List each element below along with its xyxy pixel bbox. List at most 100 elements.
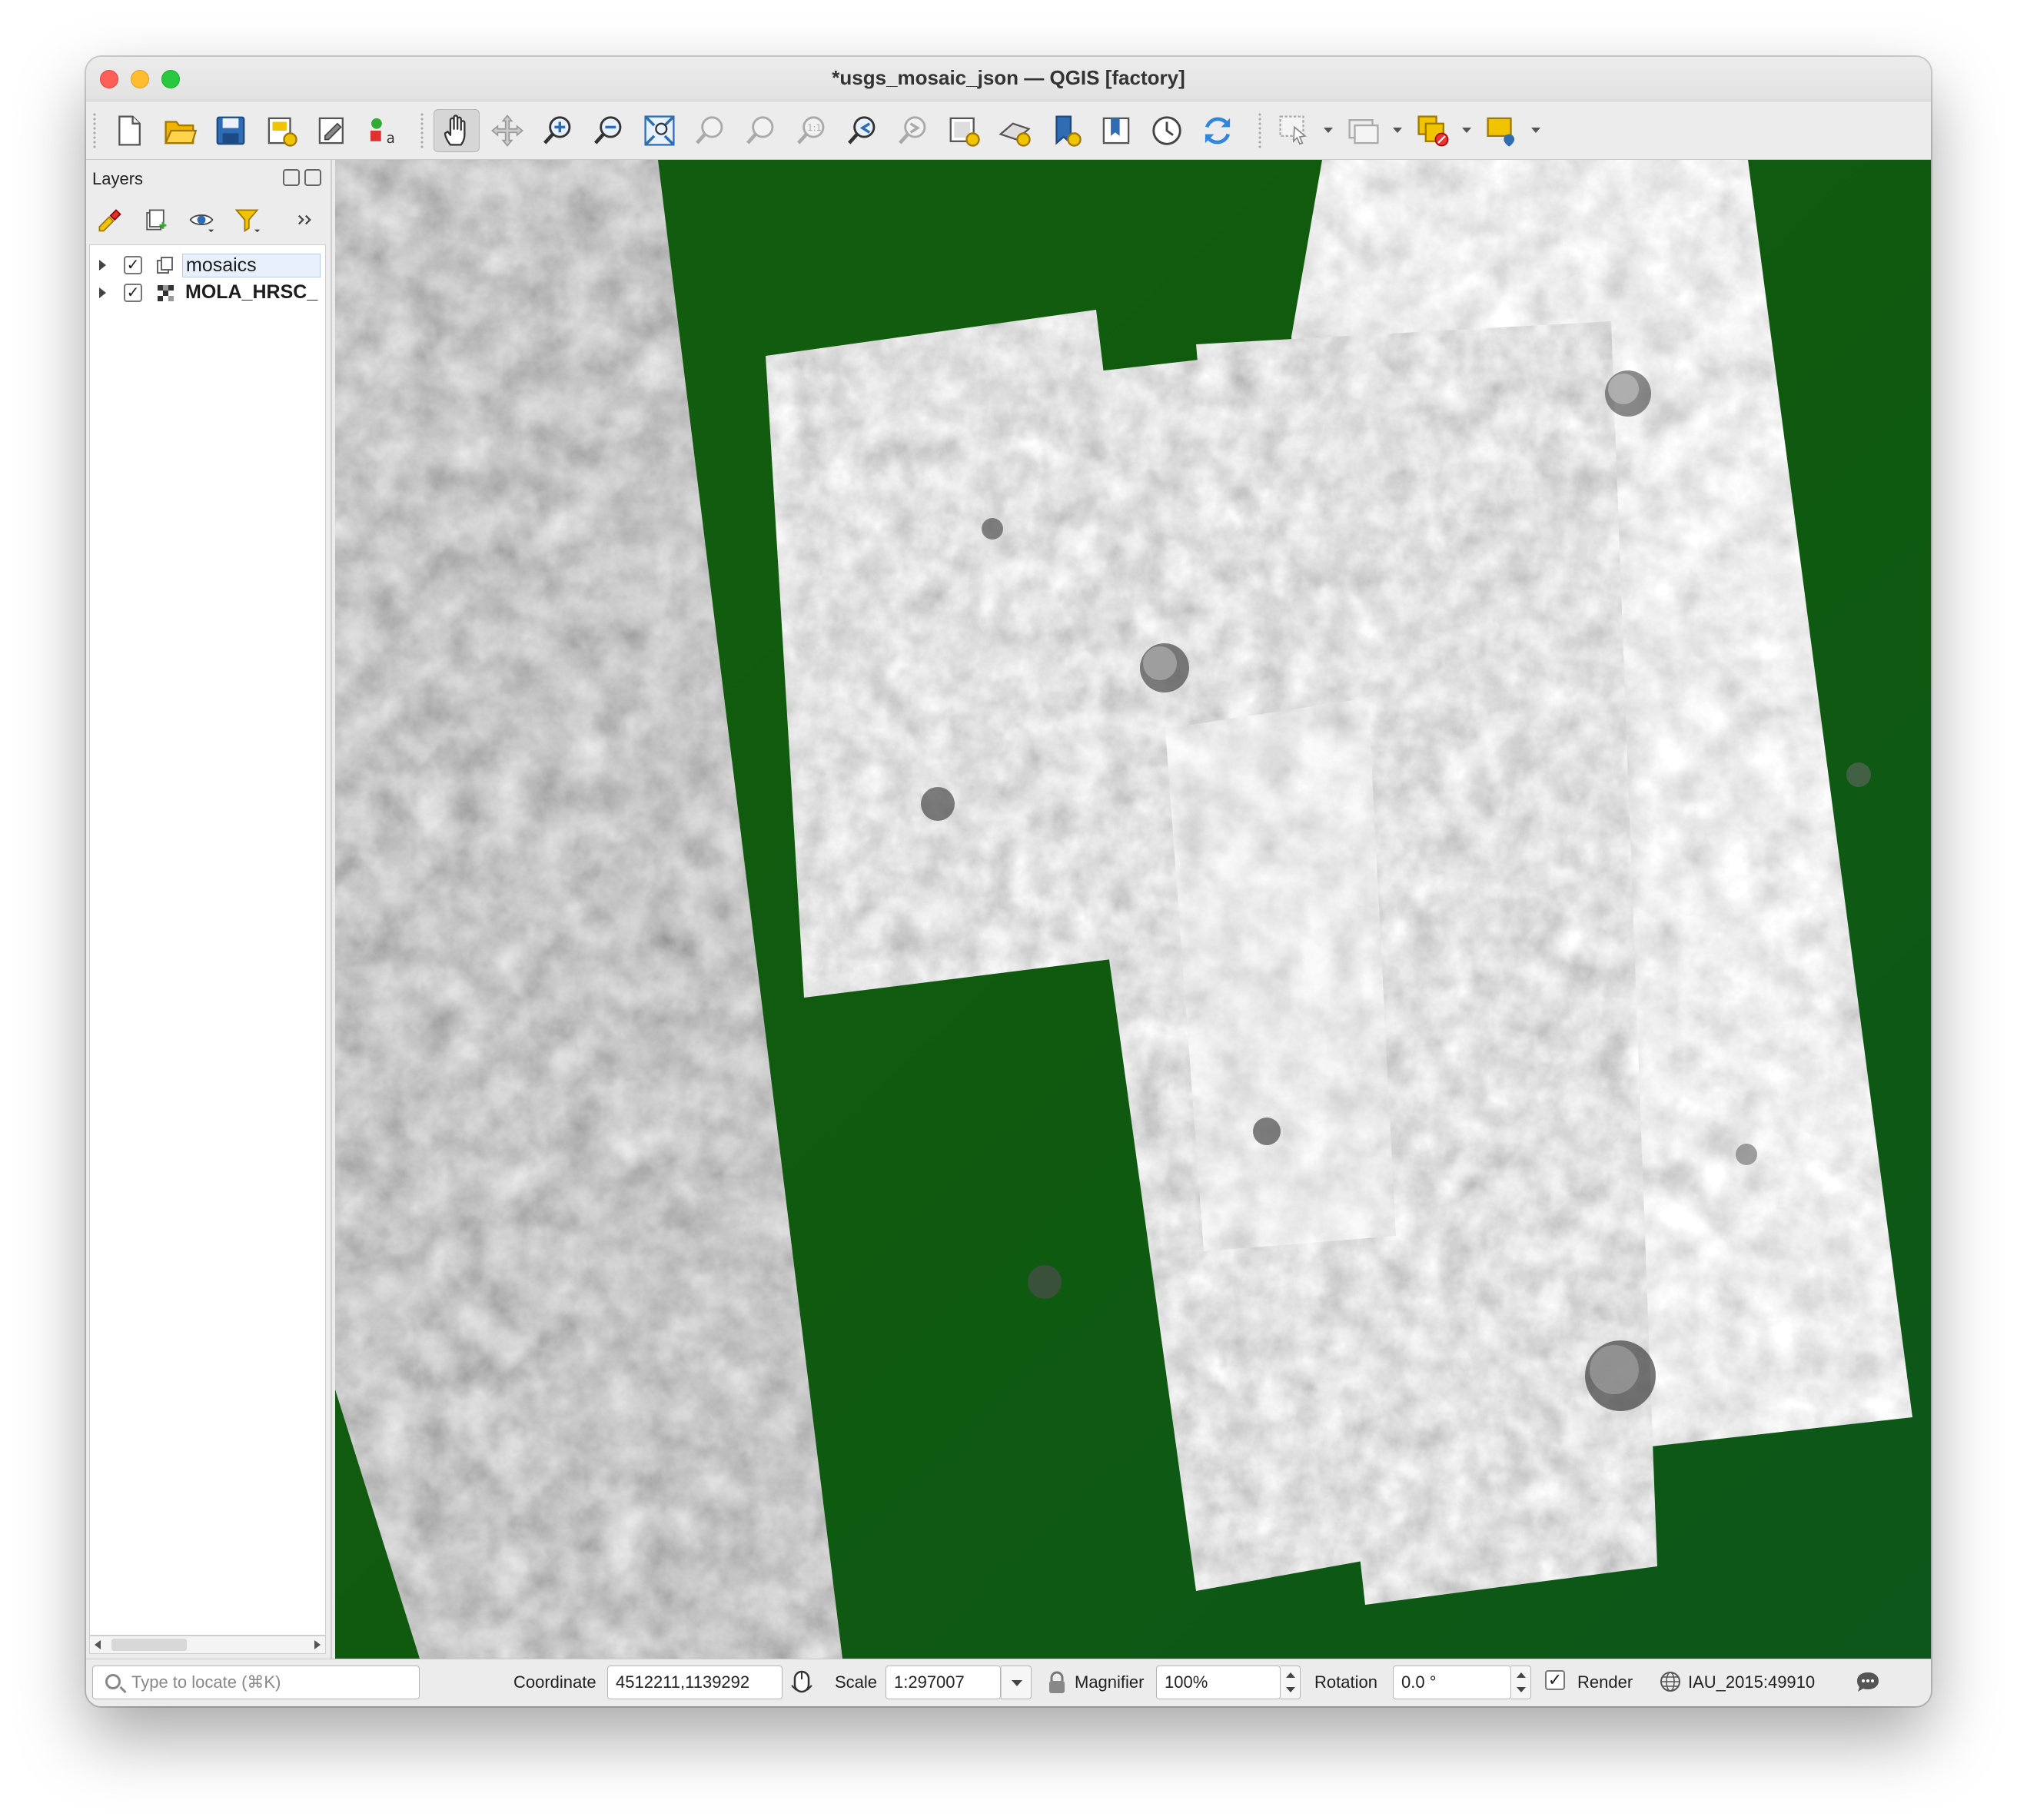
scale-combo[interactable]: 1:297007 (886, 1666, 1001, 1699)
rotation-stepper-icon[interactable] (1511, 1666, 1531, 1699)
save-project-button[interactable] (208, 109, 254, 152)
open-project-button[interactable] (157, 109, 203, 152)
main-toolbar: a 1:1 (86, 101, 1931, 160)
deselect-all-icon (1417, 115, 1449, 147)
zoom-out-button[interactable] (586, 109, 632, 152)
svg-text:a: a (387, 131, 395, 147)
zoom-to-selection-button[interactable] (687, 109, 733, 152)
style-manager-button[interactable]: a (360, 109, 406, 152)
locator-search-input[interactable]: Type to locate (⌘K) (92, 1666, 420, 1699)
scroll-left-icon[interactable] (95, 1640, 101, 1649)
coordinate-label: Coordinate (513, 1672, 596, 1692)
open-project-icon (164, 121, 198, 144)
scale-dropdown-icon[interactable] (1001, 1666, 1032, 1699)
select-features-button[interactable] (1271, 109, 1318, 152)
layers-toolbar (86, 198, 331, 241)
scrollbar-thumb[interactable] (111, 1639, 187, 1651)
add-group-button[interactable] (138, 203, 172, 237)
magnifier-spinbox[interactable]: 100% (1156, 1666, 1281, 1699)
raster-layer-icon (158, 285, 174, 301)
zoom-in-button[interactable] (535, 109, 581, 152)
crs-label[interactable]: IAU_2015:49910 (1688, 1672, 1815, 1692)
attribute-table-dropdown[interactable] (1393, 128, 1402, 133)
pan-to-selection-button[interactable] (484, 109, 530, 152)
search-icon (105, 1674, 121, 1689)
lock-icon (1049, 1671, 1065, 1693)
map-render (335, 160, 1931, 1659)
zoom-in-icon (543, 116, 571, 144)
toolbar-grip[interactable] (420, 112, 424, 149)
refresh-icon (1205, 117, 1231, 144)
new-print-layout-button[interactable] (258, 109, 304, 152)
new-project-button[interactable] (106, 109, 152, 152)
locator-placeholder: Type to locate (⌘K) (131, 1672, 281, 1692)
zoom-full-icon (644, 115, 675, 146)
refresh-button[interactable] (1195, 109, 1241, 152)
show-bookmarks-icon (1102, 117, 1130, 144)
rotation-spinbox[interactable]: 0.0 ° (1393, 1666, 1511, 1699)
title-bar: *usgs_mosaic_json — QGIS [factory] (86, 57, 1931, 101)
coordinate-field[interactable]: 4512211,1139292 (607, 1666, 783, 1699)
toolbar-grip[interactable] (1258, 112, 1262, 149)
layer-name[interactable]: mosaics (182, 254, 321, 277)
temporal-controller-icon (1152, 116, 1181, 145)
style-manager-icon: a (370, 118, 395, 147)
layer-tree-horizontal-scrollbar[interactable] (89, 1636, 326, 1654)
deselect-dropdown[interactable] (1462, 128, 1471, 133)
crs-button[interactable] (1659, 1670, 1682, 1698)
open-attribute-table-button[interactable] (1341, 109, 1387, 152)
temporal-controller-button[interactable] (1144, 109, 1190, 152)
pan-to-selection-icon (491, 115, 523, 147)
filter-legend-button[interactable] (231, 203, 264, 237)
label-icon (1487, 117, 1515, 147)
manage-map-themes-button[interactable] (184, 203, 218, 237)
messages-button[interactable] (1854, 1669, 1882, 1701)
expand-arrow-icon[interactable] (99, 260, 106, 271)
zoom-to-layer-button[interactable] (738, 109, 784, 152)
new-spatial-bookmark-icon (1055, 115, 1082, 147)
render-label: Render (1577, 1672, 1633, 1692)
pan-map-button[interactable] (434, 109, 480, 152)
layer-visibility-checkbox[interactable]: ✓ (124, 256, 142, 274)
new-3d-map-view-button[interactable] (992, 109, 1038, 152)
zoom-next-button[interactable] (890, 109, 936, 152)
rotation-label: Rotation (1314, 1672, 1377, 1692)
layer-name[interactable]: MOLA_HRSC_ (185, 281, 327, 304)
zoom-to-selection-icon (696, 116, 723, 144)
toolbar-grip[interactable] (92, 112, 97, 149)
scale-lock-button[interactable] (1045, 1670, 1068, 1701)
label-button[interactable] (1479, 109, 1525, 152)
pan-map-icon (444, 115, 466, 146)
manage-map-themes-icon (189, 214, 214, 233)
qgis-window: *usgs_mosaic_json — QGIS [factory] a 1:1… (86, 57, 1931, 1706)
new-spatial-bookmark-button[interactable] (1042, 109, 1088, 152)
zoom-last-icon (848, 116, 876, 144)
layout-manager-icon (318, 117, 344, 144)
zoom-native-resolution-button[interactable]: 1:1 (789, 109, 835, 152)
layout-manager-button[interactable] (309, 109, 355, 152)
label-dropdown[interactable] (1531, 128, 1540, 133)
show-bookmarks-button[interactable] (1093, 109, 1139, 152)
magnifier-stepper-icon[interactable] (1281, 1666, 1301, 1699)
layer-tree[interactable]: ✓ mosaics ✓ MOLA_HRSC_ (89, 244, 326, 1636)
open-layer-styling-button[interactable] (92, 203, 126, 237)
new-map-view-button[interactable] (941, 109, 987, 152)
deselect-all-button[interactable] (1410, 109, 1456, 152)
zoom-last-button[interactable] (839, 109, 886, 152)
select-features-dropdown[interactable] (1324, 128, 1333, 133)
close-panel-icon[interactable] (304, 169, 321, 186)
more-tools-button[interactable] (287, 203, 321, 237)
add-group-icon (146, 209, 167, 231)
render-checkbox[interactable]: ✓ (1545, 1670, 1565, 1690)
toggle-extents-button[interactable] (789, 1669, 816, 1701)
float-panel-icon[interactable] (283, 169, 300, 186)
map-canvas[interactable] (335, 160, 1931, 1659)
magnifier-label: Magnifier (1075, 1672, 1145, 1692)
layer-tree-item-mola-hrsc[interactable]: ✓ MOLA_HRSC_ (90, 279, 325, 307)
zoom-full-button[interactable] (636, 109, 683, 152)
layer-visibility-checkbox[interactable]: ✓ (124, 284, 142, 302)
scroll-right-icon[interactable] (314, 1640, 321, 1649)
layer-tree-item-mosaics[interactable]: ✓ mosaics (90, 251, 325, 279)
expand-arrow-icon[interactable] (99, 287, 106, 298)
zoom-to-layer-icon (746, 116, 774, 144)
